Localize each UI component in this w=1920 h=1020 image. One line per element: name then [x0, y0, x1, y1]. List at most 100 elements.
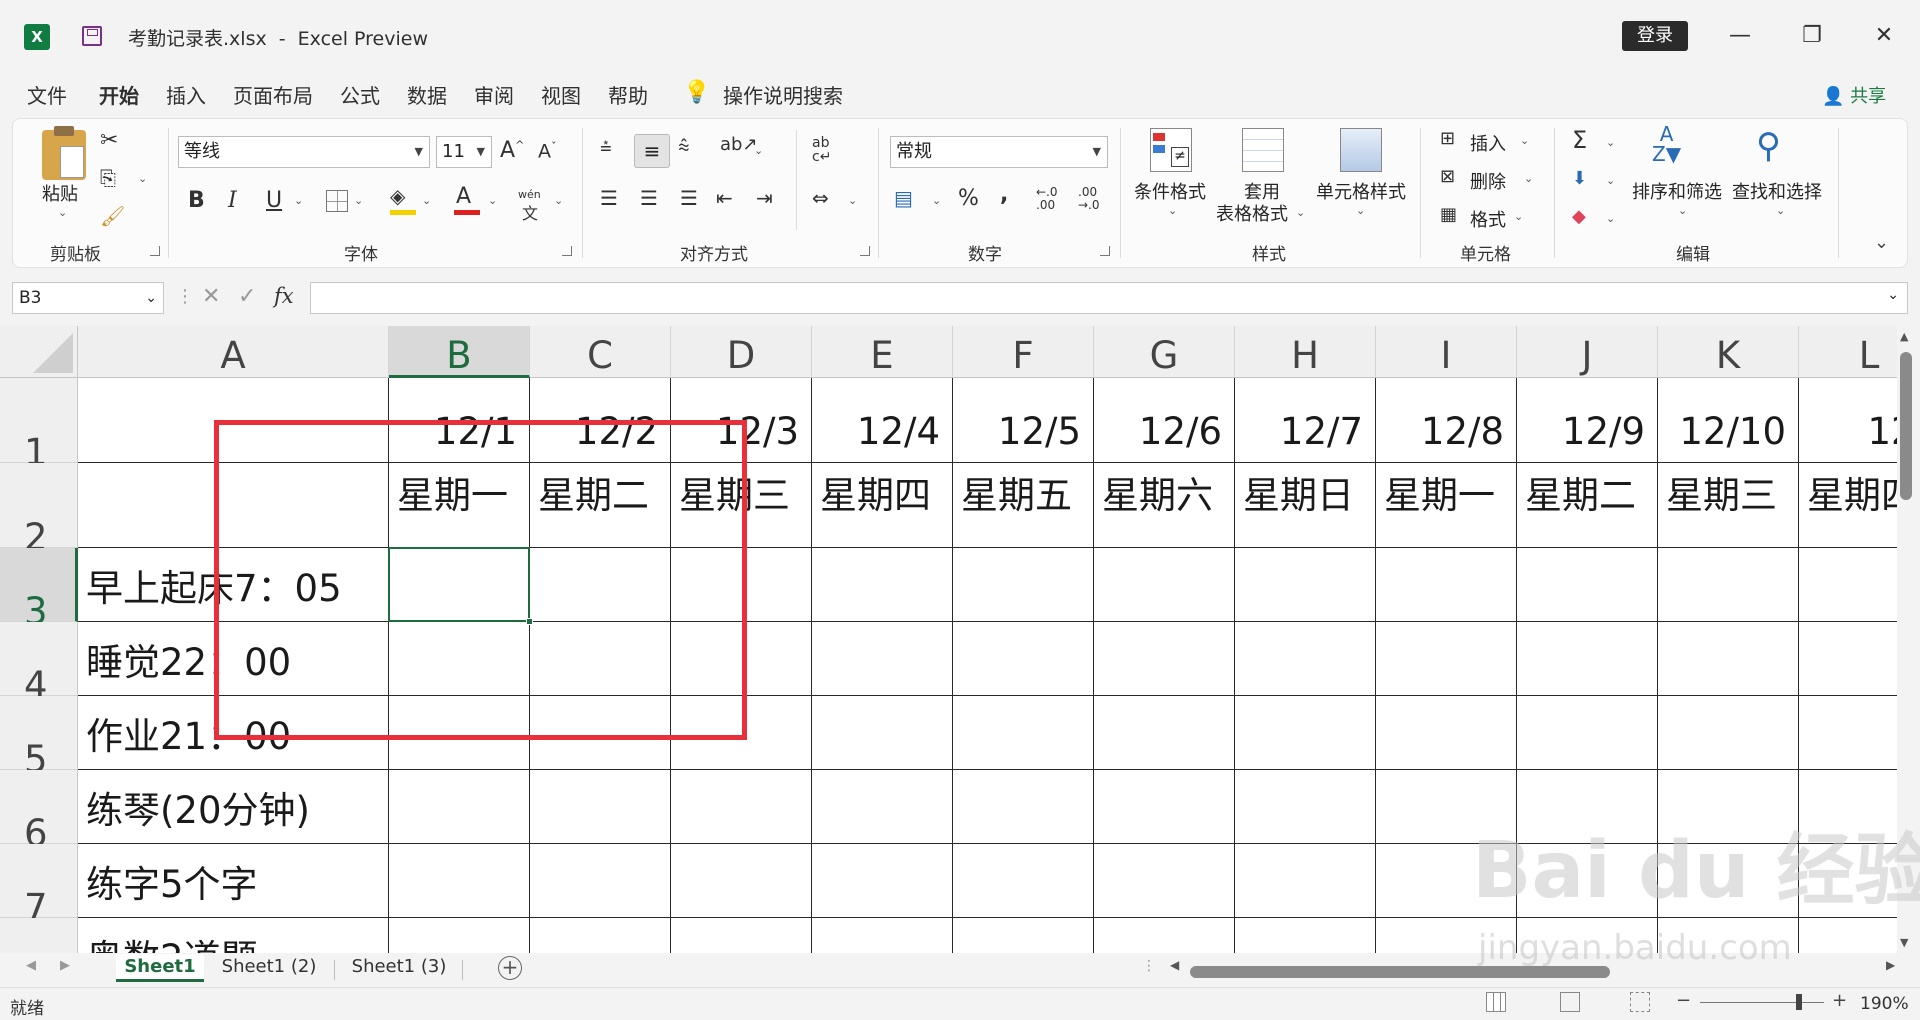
fill-dropdown-icon[interactable]: ⌄ [1606, 174, 1615, 187]
normal-view-icon[interactable] [1486, 992, 1506, 1012]
cell-h3[interactable] [1235, 548, 1376, 622]
confirm-entry-icon[interactable]: ✓ [238, 284, 256, 309]
cell-c6[interactable] [530, 770, 671, 844]
cell-f6[interactable] [953, 770, 1094, 844]
cell-g5[interactable] [1094, 696, 1235, 770]
menu-file[interactable]: 文件 [27, 80, 67, 109]
align-left-icon[interactable]: ☰ [600, 186, 618, 210]
accounting-dropdown-icon[interactable]: ⌄ [932, 194, 941, 207]
tab-sheet1-3[interactable]: Sheet1 (3) [344, 954, 454, 982]
date-cell-h1[interactable]: 12/7 [1235, 378, 1376, 463]
underline-button[interactable]: U [266, 188, 282, 213]
hscroll-right-icon[interactable]: ▶ [1886, 958, 1895, 972]
task-cell-a7[interactable]: 练字5个字 [78, 844, 389, 918]
formula-input[interactable]: ⌄ [310, 282, 1908, 314]
font-color-icon[interactable]: A [456, 184, 471, 209]
merge-dropdown-icon[interactable]: ⌄ [848, 194, 857, 207]
delete-dropdown-icon[interactable]: ⌄ [1524, 172, 1533, 185]
cell-h4[interactable] [1235, 622, 1376, 696]
cell-f7[interactable] [953, 844, 1094, 918]
align-middle-icon[interactable]: ≡ [634, 134, 670, 168]
cell-f3[interactable] [953, 548, 1094, 622]
paste-dropdown-icon[interactable]: ⌄ [58, 206, 67, 219]
row-header-8[interactable]: 8 [0, 918, 78, 953]
paste-icon[interactable] [42, 126, 86, 180]
cell-l5[interactable] [1799, 696, 1897, 770]
copy-icon[interactable]: ⎘ [100, 166, 116, 190]
row-header-6[interactable]: 6 [0, 770, 78, 855]
cell-g4[interactable] [1094, 622, 1235, 696]
weekday-cell-g2[interactable]: 星期六 [1094, 463, 1235, 548]
format-dropdown-icon[interactable]: ⌄ [1514, 210, 1523, 223]
search-icon[interactable]: ⚲ [1756, 126, 1781, 166]
menu-help[interactable]: 帮助 [608, 80, 648, 109]
row-header-5[interactable]: 5 [0, 696, 78, 781]
column-header-g[interactable]: G [1094, 326, 1235, 378]
cell-f8[interactable] [953, 918, 1094, 953]
cut-icon[interactable]: ✂ [100, 128, 118, 153]
column-header-b[interactable]: B [389, 326, 530, 378]
zoom-level[interactable]: 190% [1860, 994, 1909, 1014]
weekday-cell-j2[interactable]: 星期二 [1517, 463, 1658, 548]
date-cell-f1[interactable]: 12/5 [953, 378, 1094, 463]
cell-b7[interactable] [389, 844, 530, 918]
tab-scroll-left-icon[interactable]: ◀ [26, 958, 36, 973]
row-header-1[interactable]: 1 [0, 378, 78, 474]
fill-down-icon[interactable]: ⬇ [1572, 168, 1587, 189]
cell-e6[interactable] [812, 770, 953, 844]
decrease-decimal-icon[interactable]: .00 →.0 [1078, 186, 1100, 212]
task-cell-a8[interactable]: 奥数2道题 [78, 918, 389, 953]
date-cell-l1[interactable]: 12/ [1799, 378, 1897, 463]
cell-f5[interactable] [953, 696, 1094, 770]
font-launcher-icon[interactable] [562, 246, 572, 256]
cell-styles-dropdown-icon[interactable]: ⌄ [1356, 204, 1365, 217]
menu-view[interactable]: 视图 [541, 80, 581, 109]
underline-dropdown-icon[interactable]: ⌄ [294, 194, 303, 207]
paste-button[interactable]: 粘贴 [42, 180, 78, 206]
scroll-down-icon[interactable]: ▼ [1900, 936, 1908, 949]
row-header-3[interactable]: 3 [0, 548, 78, 633]
insert-function-icon[interactable]: fx [274, 284, 294, 308]
fill-dropdown-icon[interactable]: ⌄ [422, 194, 431, 207]
add-sheet-button[interactable]: + [498, 956, 522, 980]
collapse-ribbon-icon[interactable]: ⌄ [1874, 232, 1889, 253]
autosum-icon[interactable]: Σ [1572, 126, 1587, 154]
cell-styles-button[interactable]: 单元格样式 [1316, 178, 1406, 204]
clear-icon[interactable]: ◆ [1572, 206, 1586, 227]
find-select-button[interactable]: 查找和选择 [1732, 178, 1822, 204]
insert-cells-button[interactable]: 插入 [1470, 130, 1506, 156]
column-header-e[interactable]: E [812, 326, 953, 378]
autosum-dropdown-icon[interactable]: ⌄ [1606, 136, 1615, 149]
format-painter-icon[interactable]: 🖌 [100, 204, 125, 228]
bold-button[interactable]: B [188, 188, 205, 213]
cell-k5[interactable] [1658, 696, 1799, 770]
cell-k3[interactable] [1658, 548, 1799, 622]
orientation-dropdown-icon[interactable]: ⌄ [754, 144, 763, 157]
insert-cells-icon[interactable]: ⊞ [1440, 128, 1455, 149]
hscroll-left-icon[interactable]: ◀ [1170, 958, 1179, 972]
weekday-cell-h2[interactable]: 星期日 [1235, 463, 1376, 548]
cell-g8[interactable] [1094, 918, 1235, 953]
menu-data[interactable]: 数据 [407, 80, 447, 109]
cell-j3[interactable] [1517, 548, 1658, 622]
cell-d8[interactable] [671, 918, 812, 953]
decrease-font-icon[interactable]: Aˇ [538, 140, 557, 162]
cancel-entry-icon[interactable]: ✕ [202, 284, 220, 309]
cell-e5[interactable] [812, 696, 953, 770]
weekday-cell-f2[interactable]: 星期五 [953, 463, 1094, 548]
conditional-dropdown-icon[interactable]: ⌄ [1168, 204, 1177, 217]
date-cell-j1[interactable]: 12/9 [1517, 378, 1658, 463]
increase-indent-icon[interactable]: ⇥ [756, 186, 773, 210]
table-format-dropdown-icon[interactable]: ⌄ [1296, 206, 1305, 219]
cell-b8[interactable] [389, 918, 530, 953]
delete-cells-button[interactable]: 删除 [1470, 168, 1506, 194]
cell-b6[interactable] [389, 770, 530, 844]
format-cells-icon[interactable]: ▦ [1440, 204, 1457, 225]
sort-filter-button[interactable]: 排序和筛选 [1632, 178, 1722, 204]
restore-icon[interactable]: ❐ [1792, 18, 1832, 54]
row-header-4[interactable]: 4 [0, 622, 78, 707]
number-launcher-icon[interactable] [1100, 246, 1110, 256]
column-header-d[interactable]: D [671, 326, 812, 378]
cell-g6[interactable] [1094, 770, 1235, 844]
cell-k4[interactable] [1658, 622, 1799, 696]
